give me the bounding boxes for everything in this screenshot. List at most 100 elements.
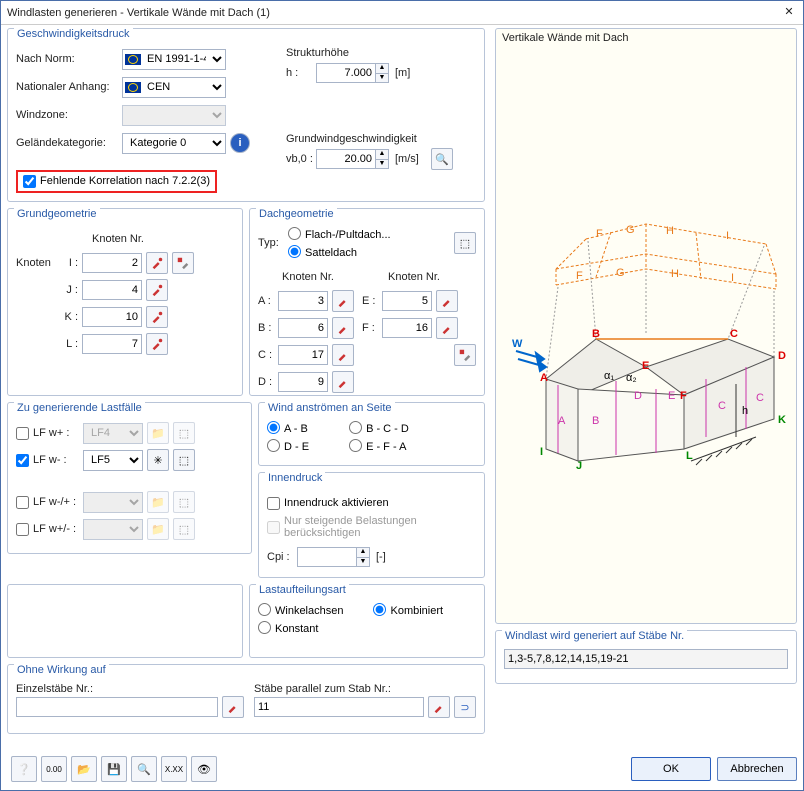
vb-down[interactable]: ▼ xyxy=(375,159,389,169)
single-pick-icon[interactable] xyxy=(222,696,244,718)
I-input[interactable] xyxy=(82,253,142,273)
I-pick-icon[interactable] xyxy=(146,252,168,274)
inner-title: Innendruck xyxy=(265,472,325,484)
view-icon[interactable]: 👁 xyxy=(191,756,217,782)
svg-text:C: C xyxy=(756,392,764,404)
A-pick-icon[interactable] xyxy=(332,290,354,312)
dist-komb-radio[interactable]: Kombiniert xyxy=(373,603,443,617)
dist-winkel-radio[interactable]: Winkelachsen xyxy=(258,603,343,617)
base-geometry-group: Grundgeometrie Knoten Nr. Knoten I : J : xyxy=(7,208,243,396)
precision-icon[interactable]: X.XX xyxy=(161,756,187,782)
empty-group xyxy=(7,584,243,658)
lfwp-edit-icon: ⬚ xyxy=(173,422,195,444)
L-input[interactable] xyxy=(82,334,142,354)
lfwm-new-icon[interactable]: ✳ xyxy=(147,449,169,471)
h-input[interactable] xyxy=(316,63,376,83)
help-icon[interactable]: ❔ xyxy=(11,756,37,782)
inner-chk-lbl: Innendruck aktivieren xyxy=(284,497,389,509)
lfwmp-check[interactable] xyxy=(16,496,29,509)
parallel-lbl: Stäbe parallel zum Stab Nr.: xyxy=(254,683,476,695)
J-pick-icon[interactable] xyxy=(146,279,168,301)
dist-konst-radio[interactable]: Konstant xyxy=(258,621,343,635)
lfwm-check[interactable] xyxy=(16,454,29,467)
parallel-pick-icon[interactable] xyxy=(428,696,450,718)
lfwmp-new-icon: 📁 xyxy=(147,491,169,513)
svg-text:A: A xyxy=(540,372,548,384)
vb-title: Grundwindgeschwindigkeit xyxy=(286,133,476,145)
generated-group: Windlast wird generiert auf Stäbe Nr. xyxy=(495,630,797,684)
K-input[interactable] xyxy=(82,307,142,327)
wind-bcd-radio[interactable]: B - C - D xyxy=(349,421,409,435)
lfwmp-select xyxy=(83,492,143,513)
roof-flat-radio[interactable]: Flach-/Pultdach... xyxy=(288,227,391,241)
inner-chk[interactable] xyxy=(267,497,280,510)
close-icon[interactable]: ✕ xyxy=(781,5,797,21)
K-pick-icon[interactable] xyxy=(146,306,168,328)
D-lbl: D : xyxy=(258,376,278,388)
vb-pick-icon[interactable]: 🔍 xyxy=(431,148,453,170)
wind-de-radio[interactable]: D - E xyxy=(267,439,309,453)
lfwm-select[interactable]: LF5 xyxy=(83,450,143,471)
B-input[interactable] xyxy=(278,318,328,338)
A-lbl: A : xyxy=(258,295,278,307)
C-pick-icon[interactable] xyxy=(332,344,354,366)
cancel-button[interactable]: Abbrechen xyxy=(717,757,797,781)
roof-pickall-icon[interactable] xyxy=(454,344,476,366)
D-pick-icon[interactable] xyxy=(332,371,354,393)
F-input[interactable] xyxy=(382,318,432,338)
lfwm-lbl: LF w- : xyxy=(33,454,83,466)
J-lbl: J : xyxy=(62,284,82,296)
J-input[interactable] xyxy=(82,280,142,300)
titlebar: Windlasten generieren - Vertikale Wände … xyxy=(1,1,803,25)
preview-panel: Vertikale Wände mit Dach xyxy=(495,28,797,624)
lfwp-check[interactable] xyxy=(16,427,29,440)
ok-button[interactable]: OK xyxy=(631,757,711,781)
A-input[interactable] xyxy=(278,291,328,311)
svg-text:α₁: α₁ xyxy=(604,370,614,382)
parallel-input[interactable] xyxy=(254,697,424,717)
lfwpm-check[interactable] xyxy=(16,523,29,536)
F-pick-icon[interactable] xyxy=(436,317,458,339)
h-down[interactable]: ▼ xyxy=(375,73,389,83)
cpi-unit: [-] xyxy=(376,551,386,563)
info-icon[interactable]: i xyxy=(230,133,250,153)
B-pick-icon[interactable] xyxy=(332,317,354,339)
vb-up[interactable]: ▲ xyxy=(375,149,389,159)
wind-efa-radio[interactable]: E - F - A xyxy=(349,439,409,453)
wind-ab-radio[interactable]: A - B xyxy=(267,421,309,435)
lfwpm-select xyxy=(83,519,143,540)
I-pick2-icon[interactable] xyxy=(172,252,194,274)
zoom-icon[interactable]: 🔍 xyxy=(131,756,157,782)
svg-text:H: H xyxy=(666,225,674,237)
save-icon[interactable]: 💾 xyxy=(101,756,127,782)
D-input[interactable] xyxy=(278,372,328,392)
cpi-down: ▼ xyxy=(356,557,370,567)
open-icon[interactable]: 📂 xyxy=(71,756,97,782)
cpi-up: ▲ xyxy=(356,547,370,557)
parallel-link-icon[interactable]: ⊃ xyxy=(454,696,476,718)
inner-pressure-group: Innendruck Innendruck aktivieren Nur ste… xyxy=(258,472,485,578)
h-up[interactable]: ▲ xyxy=(375,63,389,73)
vb-input[interactable] xyxy=(316,149,376,169)
svg-text:D: D xyxy=(634,390,642,402)
correlation-highlight: Fehlende Korrelation nach 7.2.2(3) xyxy=(16,170,217,193)
units-icon[interactable]: 0.00 xyxy=(41,756,67,782)
terrain-select[interactable]: Kategorie 0 xyxy=(122,133,226,154)
excl-title: Ohne Wirkung auf xyxy=(14,664,109,676)
cpi-lbl: Cpi : xyxy=(267,551,297,563)
vb-label: vb,0 : xyxy=(286,153,316,165)
roof-preview-icon[interactable]: ⬚ xyxy=(454,232,476,254)
inner-chk2-lbl: Nur steigende Belastungen berücksichtige… xyxy=(284,515,476,539)
L-pick-icon[interactable] xyxy=(146,333,168,355)
lfwm-edit-icon[interactable]: ⬚ xyxy=(173,449,195,471)
geo-title: Grundgeometrie xyxy=(14,208,100,220)
C-input[interactable] xyxy=(278,345,328,365)
E-input[interactable] xyxy=(382,291,432,311)
correlation-checkbox[interactable] xyxy=(23,175,36,188)
svg-text:α₂: α₂ xyxy=(626,372,637,384)
single-input[interactable] xyxy=(16,697,218,717)
gen-input xyxy=(504,649,788,669)
roof-gable-radio[interactable]: Satteldach xyxy=(288,245,391,259)
lfwpm-new-icon: 📁 xyxy=(147,518,169,540)
E-pick-icon[interactable] xyxy=(436,290,458,312)
